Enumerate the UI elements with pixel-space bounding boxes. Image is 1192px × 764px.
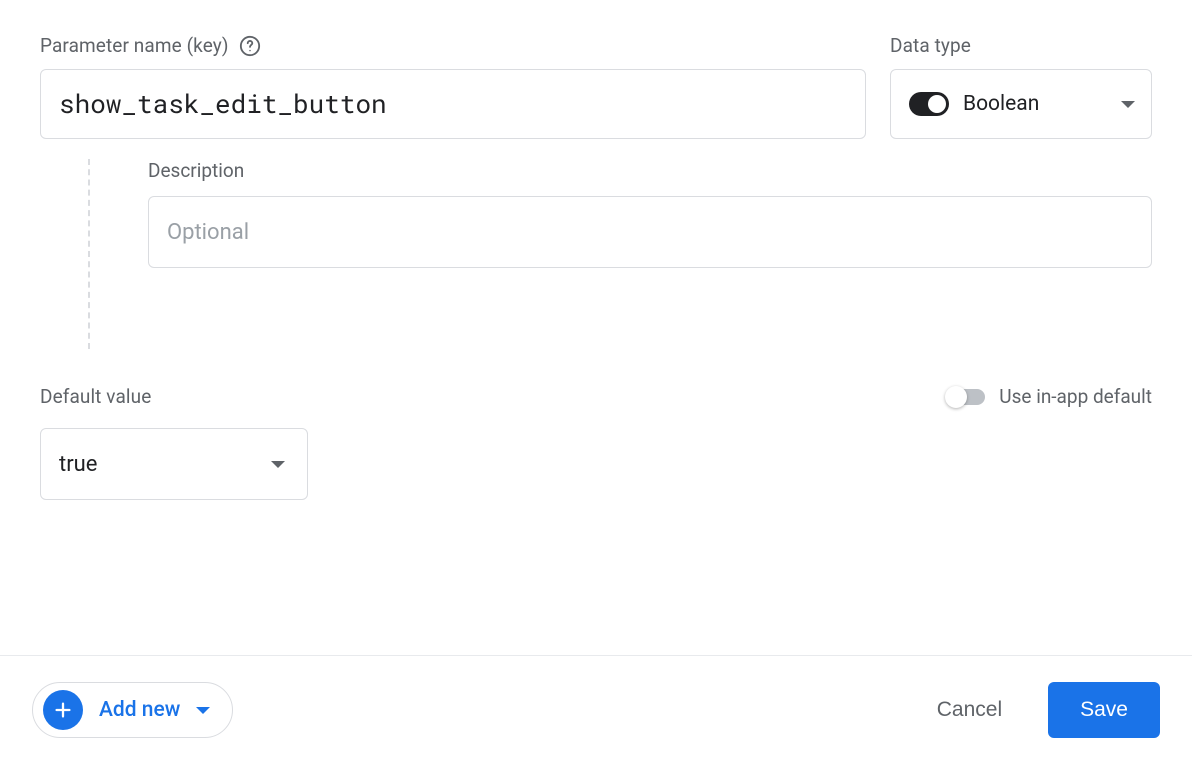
data-type-select[interactable]: Boolean	[890, 69, 1152, 139]
parameter-name-label: Parameter name (key)	[40, 34, 866, 57]
use-in-app-default-label: Use in-app default	[999, 385, 1152, 408]
default-value-label: Default value	[40, 385, 151, 408]
footer: Add new Cancel Save	[0, 655, 1192, 764]
data-type-value: Boolean	[963, 92, 1107, 116]
add-new-button[interactable]: Add new	[32, 682, 233, 738]
chevron-down-icon	[196, 707, 210, 714]
chevron-down-icon	[1121, 101, 1135, 108]
tree-line	[88, 159, 136, 349]
boolean-icon	[909, 92, 949, 116]
cancel-button[interactable]: Cancel	[931, 697, 1008, 723]
add-new-label: Add new	[99, 698, 180, 722]
data-type-label: Data type	[890, 34, 1152, 57]
default-value-selected: true	[59, 452, 97, 477]
save-button[interactable]: Save	[1048, 682, 1160, 738]
description-input[interactable]	[148, 196, 1152, 268]
default-value-select[interactable]: true	[40, 428, 308, 500]
chevron-down-icon	[271, 461, 285, 468]
parameter-name-label-text: Parameter name (key)	[40, 34, 229, 57]
use-in-app-default-switch[interactable]	[947, 389, 985, 405]
description-label: Description	[148, 159, 1152, 182]
help-icon[interactable]	[239, 35, 261, 57]
plus-icon	[43, 690, 83, 730]
parameter-name-input[interactable]	[40, 69, 866, 139]
